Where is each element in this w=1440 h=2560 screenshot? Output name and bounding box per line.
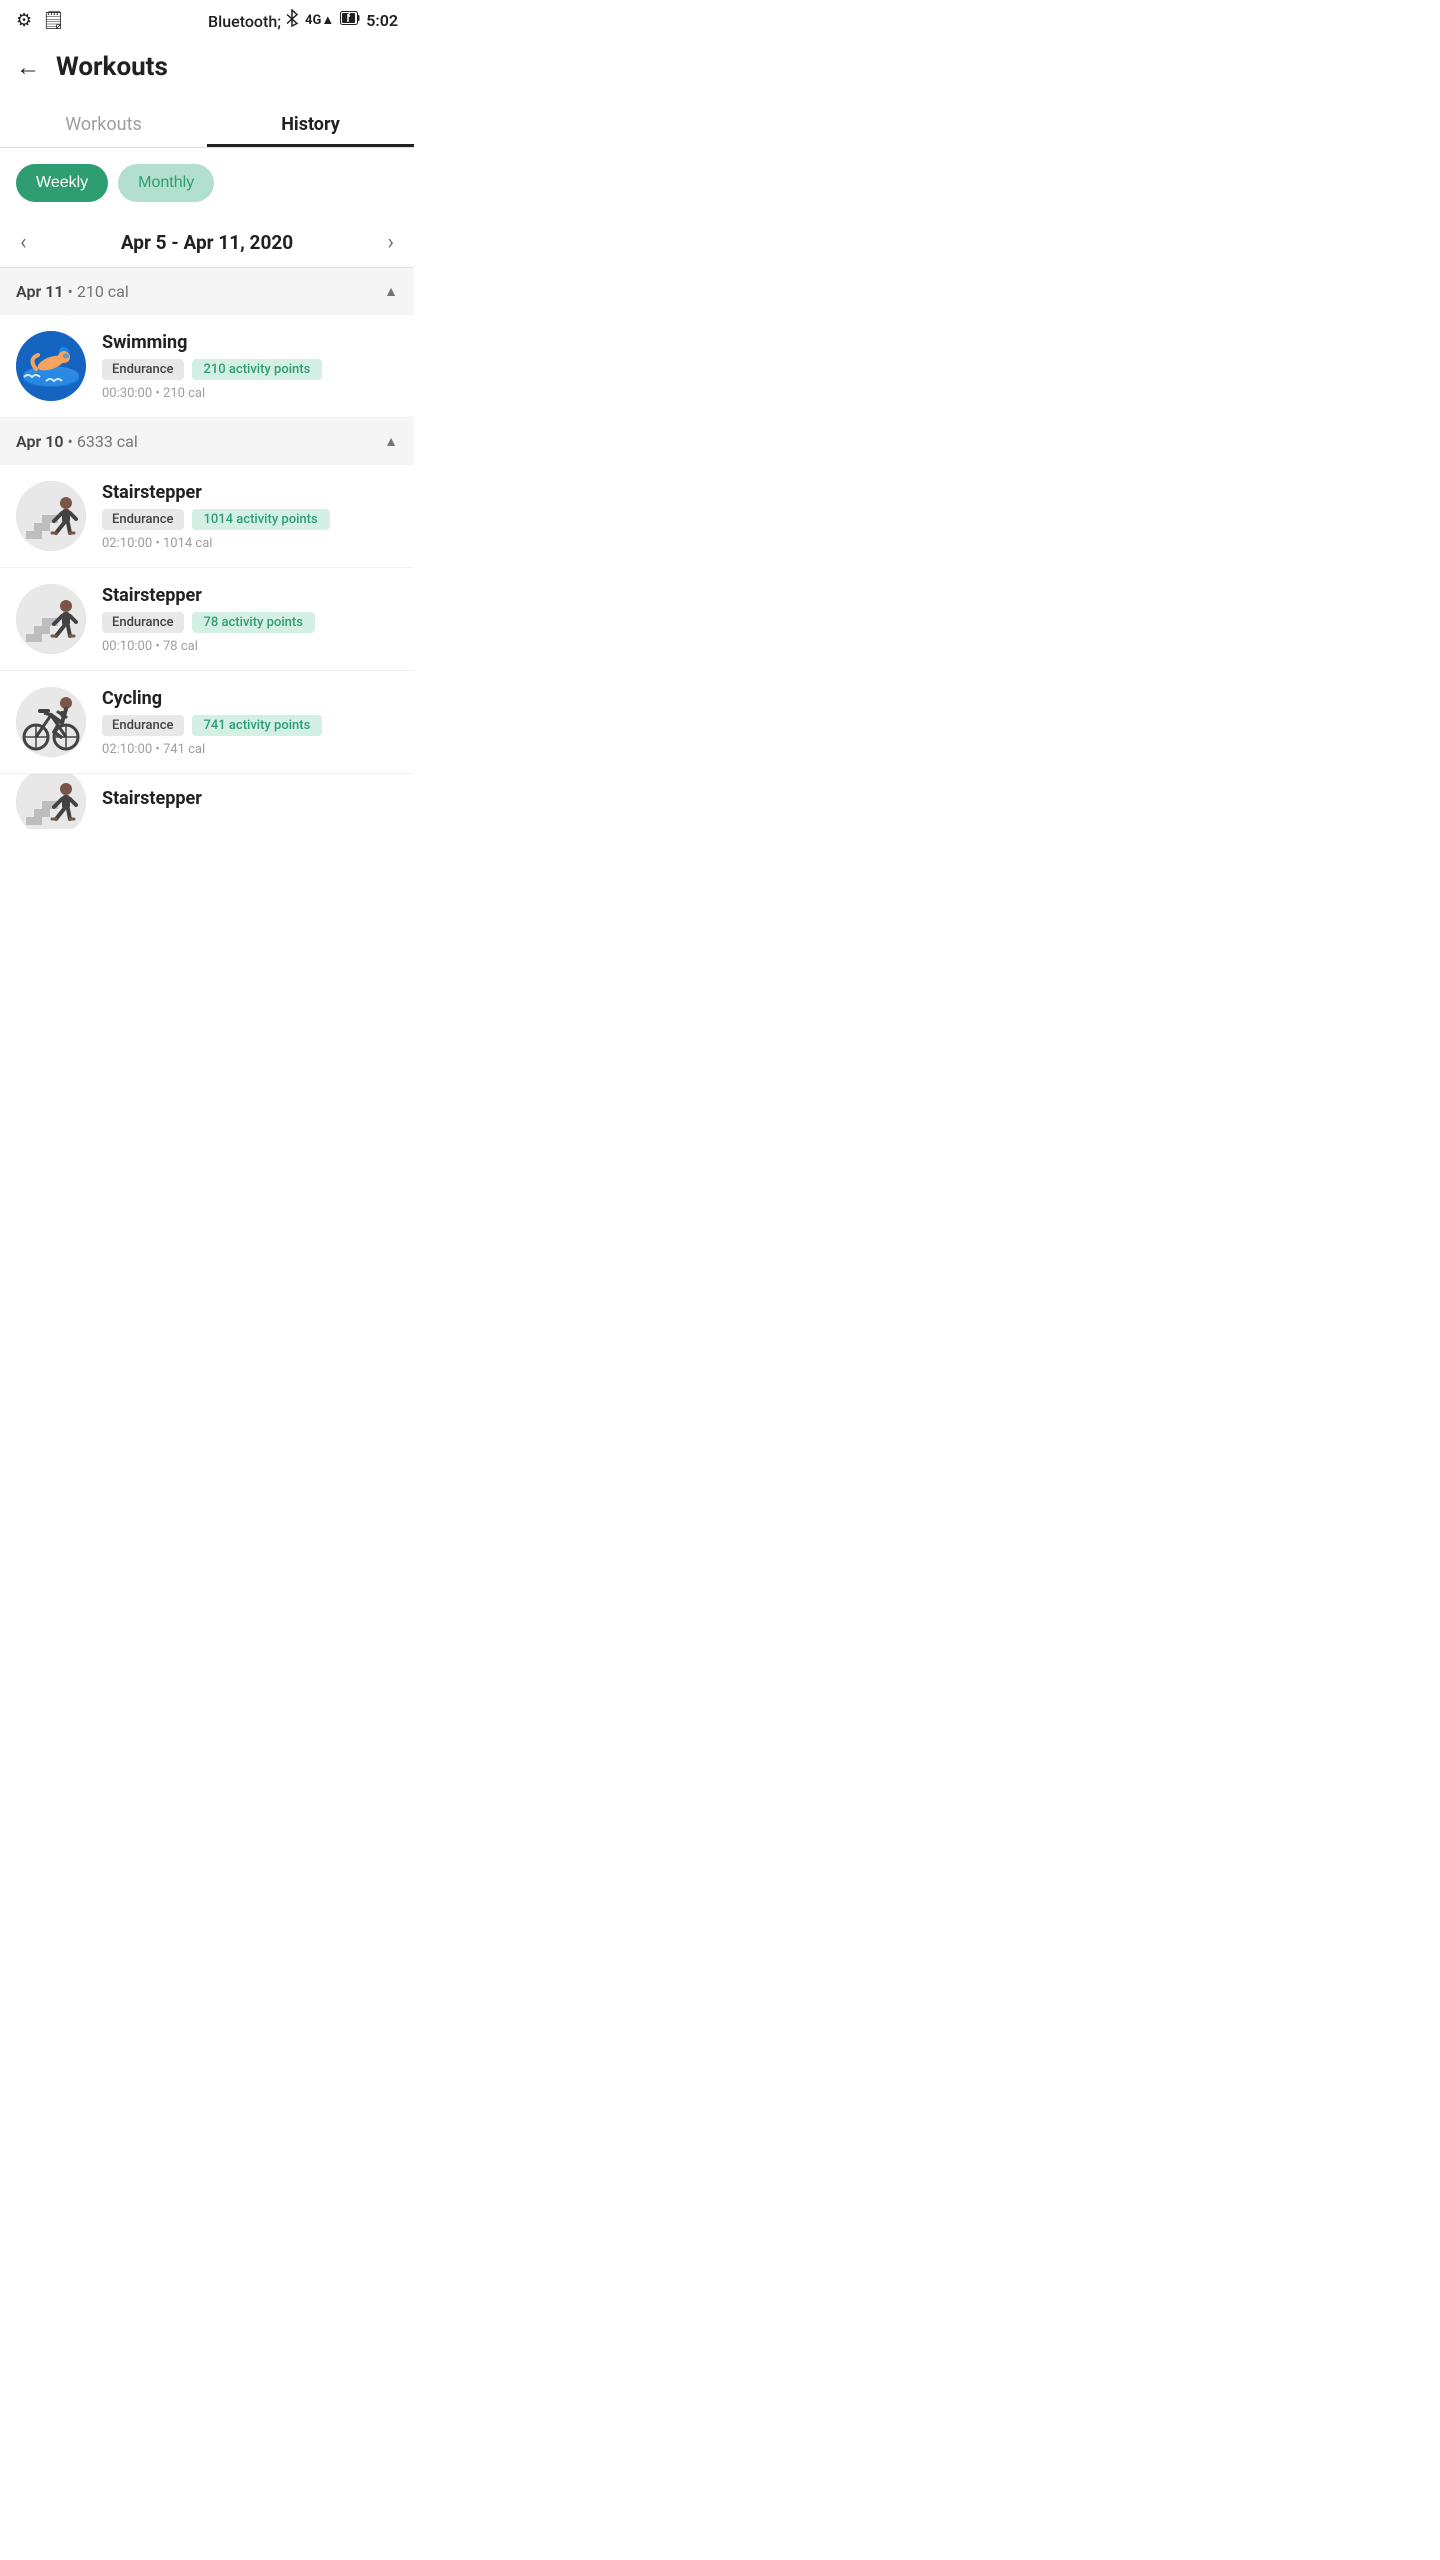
page-title: Workouts	[56, 52, 168, 82]
tag-endurance-cycling: Endurance	[102, 715, 184, 736]
date-range-text: Apr 5 - Apr 11, 2020	[121, 231, 293, 254]
filter-weekly[interactable]: Weekly	[16, 164, 108, 202]
top-bar: ← Workouts	[0, 40, 414, 98]
workout-info-stairstepper3: Stairstepper	[102, 788, 398, 815]
workout-avatar-stairstepper3	[16, 774, 86, 829]
tag-endurance-stairstepper1: Endurance	[102, 509, 184, 530]
workout-info-stairstepper2: Stairstepper Endurance 78 activity point…	[102, 585, 398, 654]
day-header-apr11[interactable]: Apr 11 • 210 cal ▲	[0, 268, 414, 315]
workout-avatar-stairstepper2	[16, 584, 86, 654]
day-group-apr11: Apr 11 • 210 cal ▲	[0, 268, 414, 418]
workout-meta-cycling: 02:10:00 • 741 cal	[102, 742, 398, 757]
workout-meta-swimming: 00:30:00 • 210 cal	[102, 386, 398, 401]
workout-name-stairstepper3: Stairstepper	[102, 788, 398, 809]
workout-item-cycling[interactable]: Cycling Endurance 741 activity points 02…	[0, 671, 414, 774]
settings-icon: ⚙	[16, 10, 32, 31]
filter-row: Weekly Monthly	[0, 148, 414, 218]
tag-points-stairstepper1: 1014 activity points	[192, 509, 330, 530]
workout-meta-stairstepper1: 02:10:00 • 1014 cal	[102, 536, 398, 551]
day-header-apr11-text: Apr 11 • 210 cal	[16, 282, 129, 301]
workout-avatar-stairstepper1	[16, 481, 86, 551]
bluetooth-icon: Bluetooth;	[208, 9, 299, 31]
collapse-icon-apr10: ▲	[384, 433, 398, 450]
tabs-container: Workouts History	[0, 98, 414, 148]
prev-date-button[interactable]: ‹	[20, 230, 27, 255]
status-left-icons: ⚙ 🗒	[16, 10, 65, 31]
workout-avatar-swimming	[16, 331, 86, 401]
filter-monthly[interactable]: Monthly	[118, 164, 214, 202]
collapse-icon-apr11: ▲	[384, 283, 398, 300]
day-header-apr10-text: Apr 10 • 6333 cal	[16, 432, 138, 451]
tag-points-stairstepper2: 78 activity points	[192, 612, 315, 633]
workout-tags-cycling: Endurance 741 activity points	[102, 715, 398, 736]
next-date-button[interactable]: ›	[387, 230, 394, 255]
workout-item-stairstepper2[interactable]: Stairstepper Endurance 78 activity point…	[0, 568, 414, 671]
status-bar: ⚙ 🗒 Bluetooth; 4G▲ 5:02	[0, 0, 414, 40]
tag-points-swimming: 210 activity points	[192, 359, 323, 380]
day-header-apr10[interactable]: Apr 10 • 6333 cal ▲	[0, 418, 414, 465]
workout-name-cycling: Cycling	[102, 688, 398, 709]
workout-item-stairstepper3[interactable]: Stairstepper	[0, 774, 414, 829]
workout-tags-swimming: Endurance 210 activity points	[102, 359, 398, 380]
workout-tags-stairstepper1: Endurance 1014 activity points	[102, 509, 398, 530]
clipboard-icon: 🗒	[42, 10, 65, 31]
workout-item-swimming[interactable]: Swimming Endurance 210 activity points 0…	[0, 315, 414, 418]
status-right-icons: Bluetooth; 4G▲ 5:02	[208, 9, 398, 31]
workout-info-swimming: Swimming Endurance 210 activity points 0…	[102, 332, 398, 401]
workout-avatar-cycling	[16, 687, 86, 757]
workout-tags-stairstepper2: Endurance 78 activity points	[102, 612, 398, 633]
signal-icon: 4G▲	[305, 12, 334, 28]
battery-icon	[340, 11, 360, 29]
workout-name-stairstepper2: Stairstepper	[102, 585, 398, 606]
workout-name-stairstepper1: Stairstepper	[102, 482, 398, 503]
tag-endurance-swimming: Endurance	[102, 359, 184, 380]
tab-workouts[interactable]: Workouts	[0, 98, 207, 147]
workout-meta-stairstepper2: 00:10:00 • 78 cal	[102, 639, 398, 654]
workout-item-stairstepper1[interactable]: Stairstepper Endurance 1014 activity poi…	[0, 465, 414, 568]
workout-info-stairstepper1: Stairstepper Endurance 1014 activity poi…	[102, 482, 398, 551]
day-group-apr10: Apr 10 • 6333 cal ▲	[0, 418, 414, 829]
tag-endurance-stairstepper2: Endurance	[102, 612, 184, 633]
back-button[interactable]: ←	[16, 53, 40, 82]
workout-name-swimming: Swimming	[102, 332, 398, 353]
date-navigation: ‹ Apr 5 - Apr 11, 2020 ›	[0, 218, 414, 268]
tab-history[interactable]: History	[207, 98, 414, 147]
tag-points-cycling: 741 activity points	[192, 715, 323, 736]
workout-info-cycling: Cycling Endurance 741 activity points 02…	[102, 688, 398, 757]
time-display: 5:02	[366, 11, 398, 30]
